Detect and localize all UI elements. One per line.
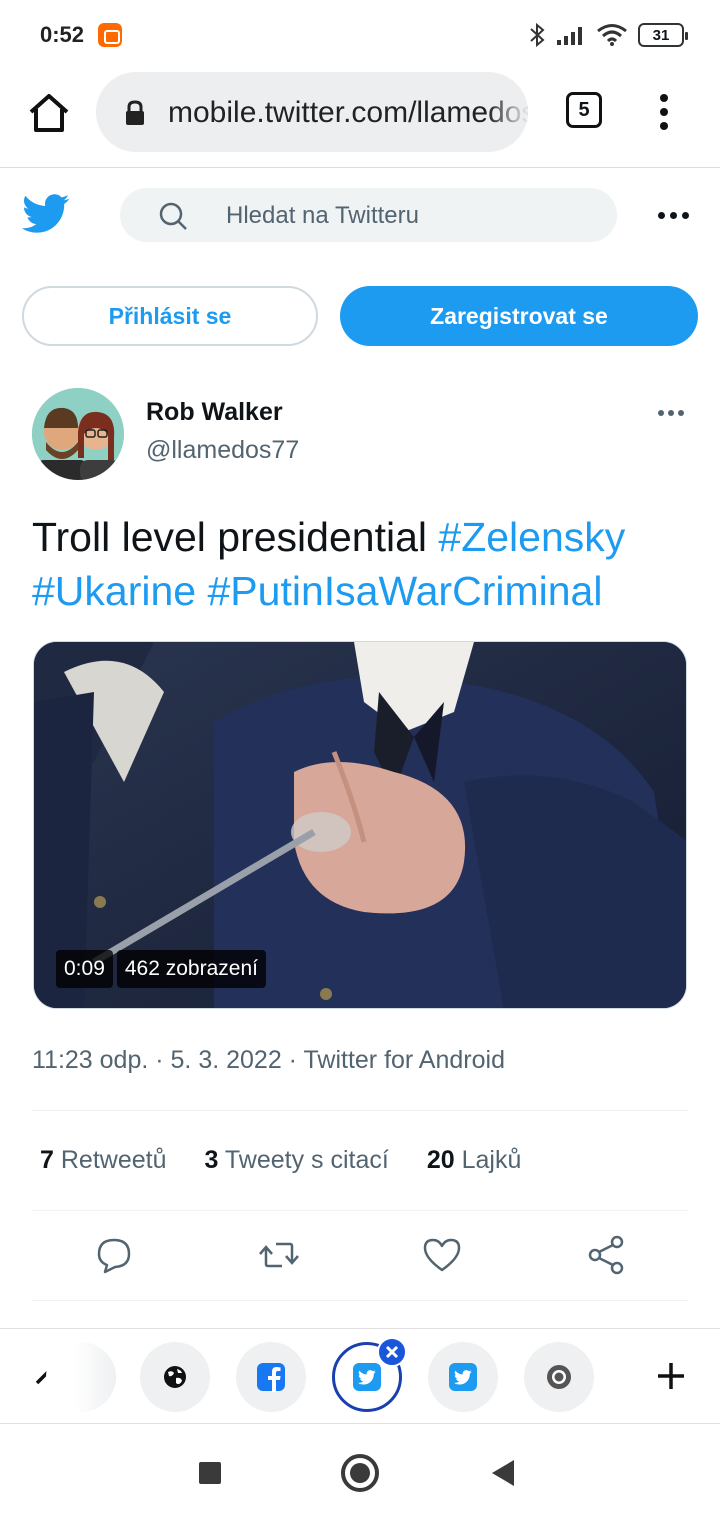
status-time: 0:52 — [40, 22, 85, 47]
retweets-count: 7 — [40, 1146, 54, 1174]
wifi-icon — [597, 24, 627, 46]
author-name[interactable]: Rob Walker — [146, 398, 283, 427]
hashtag-link[interactable]: #Ukarine — [32, 568, 196, 614]
recent-apps-button[interactable] — [199, 1462, 221, 1484]
tab-twitter-active[interactable] — [332, 1337, 407, 1412]
retweets-stat[interactable]: 7 Retweetů — [40, 1146, 166, 1175]
tab-chrome[interactable] — [524, 1342, 594, 1412]
chrome-icon — [547, 1365, 571, 1389]
likes-count: 20 — [426, 1146, 455, 1174]
notification-app-icon — [98, 23, 122, 47]
tab-globe[interactable] — [140, 1342, 210, 1412]
like-icon[interactable] — [419, 1232, 465, 1278]
status-bar: 0:52 31 — [0, 0, 720, 70]
likes-stat[interactable]: 20 Lajků — [427, 1146, 522, 1175]
twitter-icon — [353, 1363, 381, 1391]
retweets-label: Retweetů — [60, 1146, 167, 1174]
tweet-more-icon[interactable] — [656, 410, 686, 418]
reply-icon[interactable] — [91, 1232, 137, 1278]
search-placeholder: Hledat na Twitteru — [226, 202, 419, 229]
signup-button[interactable]: Zaregistrovat se — [340, 286, 698, 346]
quotes-count: 3 — [204, 1146, 219, 1174]
search-icon — [159, 202, 187, 230]
tab-facebook[interactable] — [236, 1342, 306, 1412]
quotes-label: Tweety s citací — [224, 1146, 389, 1174]
lock-icon — [126, 100, 144, 125]
tweet-timestamp[interactable]: 11:23 odp. · 5. 3. 2022 · Twitter for An… — [32, 1046, 505, 1075]
likes-label: Lajků — [461, 1146, 522, 1174]
video-info: 0:09 462 zobrazení — [56, 950, 266, 988]
tweet-video[interactable]: 0:09 462 zobrazení — [33, 641, 687, 1009]
status-icons: 31 — [528, 22, 688, 48]
home-icon[interactable] — [24, 88, 74, 138]
twitter-header: Hledat na Twitteru — [0, 168, 720, 264]
hashtag-link[interactable]: #Zelensky — [438, 514, 625, 560]
signal-icon — [557, 27, 582, 45]
login-button[interactable]: Přihlásit se — [22, 286, 318, 346]
browser-menu-icon[interactable] — [652, 92, 676, 132]
tweet-stats: 7 Retweetů 3 Tweety s citací 20 Lajků — [40, 1146, 521, 1175]
video-duration: 0:09 — [56, 950, 113, 988]
avatar-illustration — [32, 388, 124, 480]
tab-strip — [0, 1328, 720, 1424]
tweet-text-plain: Troll level presidential — [32, 514, 439, 560]
tab-switcher-button[interactable]: 5 — [566, 92, 602, 128]
search-input[interactable]: Hledat na Twitteru — [120, 188, 617, 242]
globe-icon — [164, 1366, 186, 1388]
tweet-actions — [0, 1232, 720, 1278]
bluetooth-icon — [530, 22, 545, 48]
author-handle[interactable]: @llamedos77 — [146, 436, 299, 465]
url-text: mobile.twitter.com/llamedos77 — [168, 96, 528, 129]
retweet-icon[interactable] — [256, 1232, 302, 1278]
more-options-icon[interactable] — [656, 212, 690, 220]
add-tab-icon[interactable] — [654, 1359, 688, 1393]
quotes-stat[interactable]: 3 Tweety s citací — [204, 1146, 388, 1175]
tab-twitter[interactable] — [428, 1342, 498, 1412]
browser-toolbar: mobile.twitter.com/llamedos77 5 — [0, 70, 720, 168]
tab-partial[interactable] — [46, 1342, 116, 1412]
avatar[interactable] — [32, 388, 124, 480]
back-button[interactable] — [492, 1460, 514, 1486]
close-tab-icon[interactable] — [377, 1337, 407, 1367]
hashtag-link[interactable]: #PutinIsaWarCriminal — [208, 568, 603, 614]
close-icon — [385, 1345, 399, 1359]
divider — [32, 1300, 688, 1301]
battery-indicator: 31 — [638, 23, 688, 47]
facebook-icon — [257, 1363, 285, 1392]
twitter-icon — [449, 1363, 477, 1391]
divider — [32, 1210, 688, 1211]
tweet-text: Troll level presidential #Zelensky #Ukar… — [32, 510, 692, 618]
system-navigation-bar — [0, 1425, 720, 1520]
home-button[interactable] — [341, 1454, 379, 1492]
divider — [32, 1110, 688, 1111]
address-bar[interactable]: mobile.twitter.com/llamedos77 — [96, 72, 528, 152]
twitter-logo-icon[interactable] — [22, 194, 70, 234]
share-icon[interactable] — [583, 1232, 629, 1278]
video-views: 462 zobrazení — [116, 950, 266, 988]
